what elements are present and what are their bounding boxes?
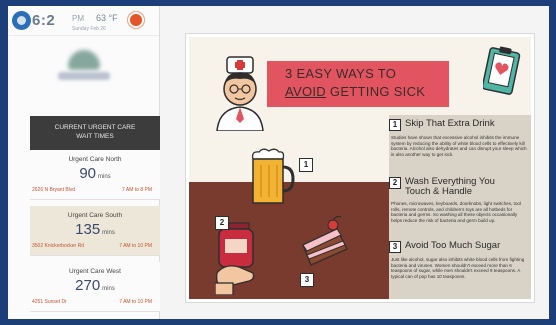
clinic-hours: 7 AM to 10 PM xyxy=(119,299,152,305)
tip-heading: Skip That Extra Drink xyxy=(405,118,495,129)
clinic-name: Urgent Care West xyxy=(69,268,121,275)
clinic-hours: 7 AM to 10 PM xyxy=(119,243,152,249)
clock-time: 6:2 xyxy=(32,12,56,29)
wait-minutes-unit: mins xyxy=(98,174,111,180)
beer-mug-icon xyxy=(251,148,295,204)
poster-title-avoid: AVOID xyxy=(285,84,326,99)
clinic-card-north: Urgent Care North 90 mins 2626 N Bryant B… xyxy=(30,150,160,200)
wait-minutes-unit: mins xyxy=(102,286,115,292)
wait-minutes-value: 135 xyxy=(75,221,101,238)
poster-title-rest: GETTING SICK xyxy=(326,84,426,99)
health-tips-poster: 3 EASY WAYS TO AVOID GETTING SICK 1 2 3 … xyxy=(186,34,534,302)
clinic-card-south: Urgent Care South 135 mins 3502 Knickerbo… xyxy=(30,206,160,256)
temperature: 63 °F xyxy=(96,13,118,23)
wait-minutes: 270 mins xyxy=(30,277,160,294)
wait-minutes-value: 270 xyxy=(75,277,101,294)
sun-icon xyxy=(130,14,142,26)
illustration-badge-2: 2 xyxy=(215,216,229,230)
tip-number: 2 xyxy=(389,177,401,189)
clipboard-heart-icon xyxy=(483,46,521,95)
wait-minutes: 135 mins xyxy=(30,221,160,238)
tip-1: 1 Skip That Extra Drink Studies have sho… xyxy=(389,119,529,173)
tip-number: 3 xyxy=(389,241,401,253)
wait-times-title-line1: CURRENT URGENT CARE xyxy=(54,124,136,131)
tip-heading: Wash Everything You Touch & Handle xyxy=(405,176,495,197)
tip-3: 3 Avoid Too Much Sugar Just like alcohol… xyxy=(389,240,529,299)
wait-times-header: CURRENT URGENT CARE WAIT TIMES xyxy=(30,116,160,150)
wait-times-title-line2: WAIT TIMES xyxy=(76,133,114,140)
clock-ampm: PM xyxy=(72,14,84,23)
display-screen: 6:2 PM 63 °F Sunday Feb 26 CURRENT URGEN… xyxy=(8,6,549,319)
illustration-badge-1: 1 xyxy=(299,158,313,172)
tip-body: Studies have shown that excessive alcoho… xyxy=(391,135,527,157)
tip-body: Just like alcohol, sugar also inhibits w… xyxy=(391,257,525,279)
signage-canvas: 6:2 PM 63 °F Sunday Feb 26 CURRENT URGEN… xyxy=(8,6,549,319)
date-label: Sunday Feb 26 xyxy=(72,26,106,32)
tip-body: Phones, microwaves, keyboards, doorknobs… xyxy=(391,201,521,223)
poster-title-line1: 3 EASY WAYS TO xyxy=(285,66,397,81)
brand-logo-wordmark xyxy=(58,72,110,80)
clinic-address: 3502 Knickerbocker Rd xyxy=(32,243,84,249)
wait-minutes: 90 mins xyxy=(30,165,160,182)
clinic-name: Urgent Care South xyxy=(67,212,123,219)
wait-minutes-value: 90 xyxy=(79,165,96,182)
wait-minutes-unit: mins xyxy=(102,230,115,236)
tip-2: 2 Wash Everything You Touch & Handle Pho… xyxy=(389,177,529,237)
brand-logo-mark xyxy=(68,50,100,70)
top-info-bar: 6:2 PM 63 °F Sunday Feb 26 xyxy=(8,6,159,36)
clinic-address: 2626 N Bryant Blvd xyxy=(32,187,76,193)
clinic-hours: 7 AM to 8 PM xyxy=(121,187,152,193)
illustration-badge-3: 3 xyxy=(300,273,314,287)
app-logo-icon xyxy=(12,11,31,30)
wait-times-sidebar: 6:2 PM 63 °F Sunday Feb 26 CURRENT URGEN… xyxy=(8,6,160,319)
cake-icon xyxy=(302,215,348,266)
tip-heading: Avoid Too Much Sugar xyxy=(405,240,501,251)
clinic-address: 4251 Sunset Dr xyxy=(32,299,67,305)
doctor-icon xyxy=(216,56,264,131)
brand-logo xyxy=(58,48,110,86)
clinic-name: Urgent Care North xyxy=(68,156,122,163)
clinic-card-west: Urgent Care West 270 mins 4251 Sunset Dr … xyxy=(30,262,160,312)
tip-number: 1 xyxy=(389,119,401,131)
poster-title-line2: AVOID GETTING SICK xyxy=(285,84,425,99)
